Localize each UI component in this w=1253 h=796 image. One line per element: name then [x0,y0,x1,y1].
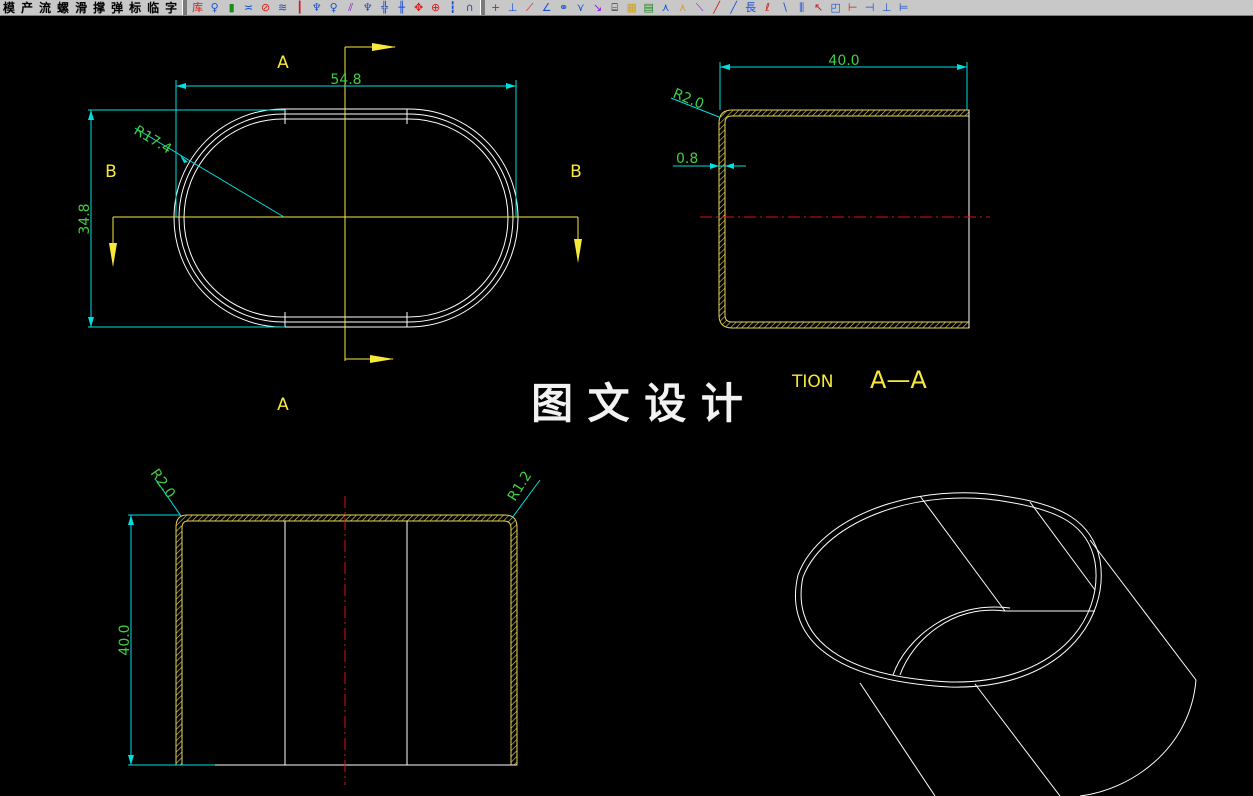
pointer-icon[interactable]: ↖ [810,0,827,15]
section-title: A—A [870,366,927,394]
align-icon[interactable]: ⊢ [844,0,861,15]
section-hatch [718,109,970,329]
angle-line-icon[interactable]: ⟋ [521,0,538,15]
top-view: A A B B 54.8 34.8 R17.4 [77,43,582,415]
insert-icon[interactable]: ✥ [410,0,427,15]
menu-item[interactable]: 流 [36,0,54,15]
dim-radius-left-text: R2.0 [147,466,178,501]
vertical-icon[interactable]: ⊥ [878,0,895,15]
menu-item[interactable]: 弹 [108,0,126,15]
menu-item[interactable]: 标 [126,0,144,15]
dim-height-text: 40.0 [117,624,133,655]
section-line-a [344,43,396,363]
layer-icon[interactable]: ▤ [640,0,657,15]
line-icon[interactable]: ╱ [708,0,725,15]
menu-item[interactable]: 产 [18,0,36,15]
cad-toolbar: 模产流螺滑撑弹标临字 库 ♀ ▮ ≍ ⊘ ≋ ┃ ♆ ♀ ⫽ ♆ ╬ ╫ ✥ ⊕ ┇ ∩ + ⊥ ⟋ ∠ ⚭ ⋎ ↘ ⌸ ▦ ▤ ⋏… [0,0,1253,16]
plugin-menu-bar: 模产流螺滑撑弹标临字 [0,0,180,15]
crosshair-icon[interactable]: ⊕ [427,0,444,15]
section-view-a-a: 40.0 R2.0 0.8 TION A—A [671,53,990,394]
gate-icon[interactable]: ╬ [376,0,393,15]
menu-item[interactable]: 临 [144,0,162,15]
dim-thickness-text: 0.8 [676,151,698,167]
bolt-icon[interactable]: ▮ [223,0,240,15]
front-section-hatch [175,514,518,766]
runner-icon[interactable]: ╫ [393,0,410,15]
menu-item[interactable]: 模 [0,0,18,15]
inner-contour [183,118,509,318]
branch-icon[interactable]: ⋏ [657,0,674,15]
coil-icon[interactable]: ≋ [274,0,291,15]
dimension-tools-toolbar: + ⊥ ⟋ ∠ ⚭ ⋎ ↘ ⌸ ▦ ▤ ⋏ ⋏ ⟍ ╱ ╱ 長 ℓ ∖ ⫼ ↖ ◰ ⊢ ⊣ ⊥ ⊨ [487,0,912,15]
section-title-prefix: TION [791,372,834,392]
split-icon[interactable]: ⋏ [674,0,691,15]
isometric-view [794,492,1197,796]
menu-item[interactable]: 螺 [54,0,72,15]
node-icon[interactable]: ⚭ [555,0,572,15]
dim-height-text: 34.8 [77,203,93,234]
rod-icon[interactable]: ┇ [444,0,461,15]
perpendicular-icon[interactable]: ⊥ [504,0,521,15]
bracket-icon[interactable]: ⊨ [895,0,912,15]
dash-icon[interactable]: ⊣ [861,0,878,15]
menu-item[interactable]: 滑 [72,0,90,15]
point-icon[interactable]: + [487,0,504,15]
toolbar-separator [480,0,486,15]
dim-radius-text: R17.4 [131,123,174,158]
fork-icon[interactable]: ⋎ [572,0,589,15]
probe-icon[interactable]: ℓ [759,0,776,15]
spring-icon[interactable]: ≍ [240,0,257,15]
hatch-icon[interactable]: ▦ [623,0,640,15]
front-section-view: R2.0 R1.2 40.0 [117,466,541,785]
slash-icon[interactable]: ╱ [725,0,742,15]
chart-icon[interactable]: ⫼ [793,0,810,15]
section-label-left-b: B [105,162,117,182]
target-icon[interactable]: ⊘ [257,0,274,15]
pin-icon[interactable]: ♀ [206,0,223,15]
dim-angle-icon[interactable]: ∠ [538,0,555,15]
box-icon[interactable]: ◰ [827,0,844,15]
sprue-icon[interactable]: ♆ [308,0,325,15]
drawing-canvas[interactable]: A A B B 54.8 34.8 R17.4 40.0 R2.0 0.8 TI… [0,16,1253,796]
slant-icon[interactable]: ⫽ [342,0,359,15]
valve-icon[interactable]: ♆ [359,0,376,15]
menu-item[interactable]: 字 [162,0,180,15]
leader-icon[interactable]: ↘ [589,0,606,15]
menu-item[interactable]: 撑 [90,0,108,15]
length-icon[interactable]: 長 [742,0,759,15]
diagonal-icon[interactable]: ⟍ [691,0,708,15]
dim-length-text: 40.0 [828,53,859,69]
outer-contour [173,108,519,328]
dim-width [175,80,517,217]
mold-tools-toolbar: 库 ♀ ▮ ≍ ⊘ ≋ ┃ ♆ ♀ ⫽ ♆ ╬ ╫ ✥ ⊕ ┇ ∩ [189,0,478,15]
section-label-bottom-a: A [277,395,289,415]
ejector-icon[interactable]: ┃ [291,0,308,15]
dim-radius-right-text: R1.2 [505,469,536,505]
arch-icon[interactable]: ∩ [461,0,478,15]
arc-icon[interactable]: ∖ [776,0,793,15]
outer-contour-inner [178,113,514,323]
section-label-right-b: B [570,162,582,182]
dim-width-text: 54.8 [330,72,361,88]
toolbar-separator [182,0,188,15]
section-label-top-a: A [277,53,289,73]
nozzle-icon[interactable]: ♀ [325,0,342,15]
dim-radius-text: R2.0 [671,86,707,113]
dim-height [88,109,285,328]
watermark: 图 文 设 计 [531,379,743,428]
library-icon[interactable]: 库 [189,0,206,15]
text-block-icon[interactable]: ⌸ [606,0,623,15]
